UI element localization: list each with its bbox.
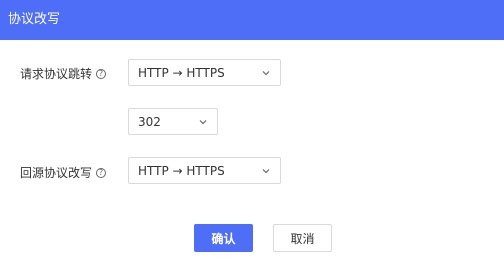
chevron-down-icon [262, 70, 270, 75]
redirect-label: 请求协议跳转 [20, 67, 93, 81]
origin-protocol-value: HTTP → HTTPS [138, 163, 225, 178]
redirect-label-group: 请求协议跳转 ? [20, 65, 107, 82]
redirect-protocol-value: HTTP → HTTPS [138, 65, 225, 80]
question-circle-icon[interactable]: ? [96, 167, 107, 178]
redirect-protocol-select[interactable]: HTTP → HTTPS [128, 59, 281, 86]
status-code-select[interactable]: 302 [128, 108, 218, 135]
protocol-rewrite-dialog: 协议改写 请求协议跳转 ? HTTP → HTTPS 302 回源协议改写 ? … [0, 0, 504, 269]
dialog-title: 协议改写 [0, 0, 504, 40]
question-circle-icon[interactable]: ? [96, 68, 107, 79]
origin-label-group: 回源协议改写 ? [20, 164, 107, 181]
status-code-value: 302 [138, 114, 161, 129]
chevron-down-icon [199, 119, 207, 124]
origin-label: 回源协议改写 [20, 166, 93, 180]
cancel-button[interactable]: 取消 [273, 224, 332, 252]
chevron-down-icon [262, 168, 270, 173]
origin-protocol-select[interactable]: HTTP → HTTPS [128, 157, 281, 184]
confirm-button[interactable]: 确认 [194, 224, 253, 252]
